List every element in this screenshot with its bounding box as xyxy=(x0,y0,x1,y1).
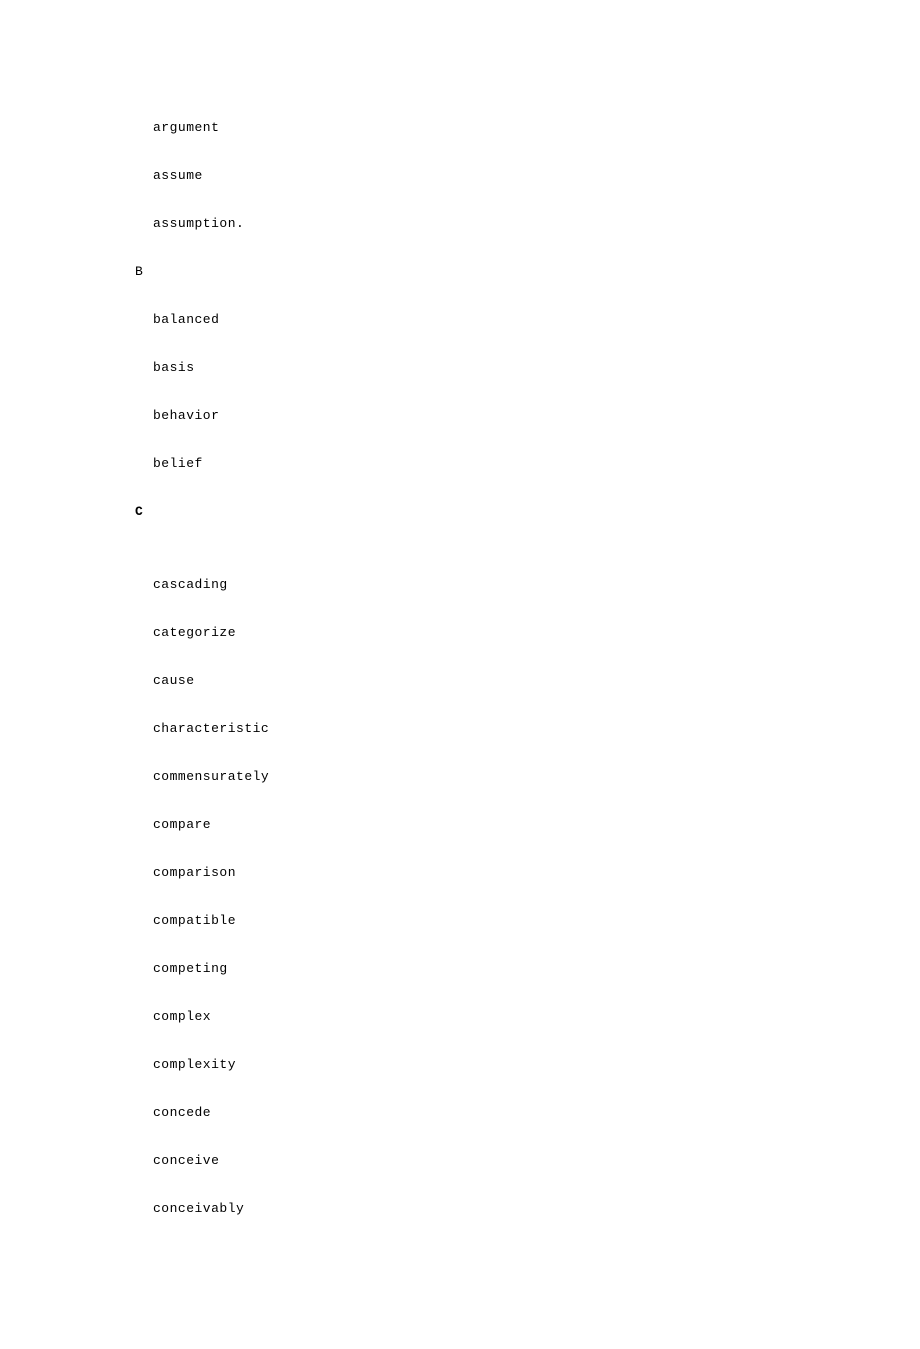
glossary-term: assume xyxy=(153,168,920,183)
glossary-term: characteristic xyxy=(153,721,920,736)
glossary-term: cause xyxy=(153,673,920,688)
glossary-term: basis xyxy=(153,360,920,375)
glossary-term: conceive xyxy=(153,1153,920,1168)
glossary-term: argument xyxy=(153,120,920,135)
glossary-term: complex xyxy=(153,1009,920,1024)
glossary-term: categorize xyxy=(153,625,920,640)
glossary-term: cascading xyxy=(153,577,920,592)
glossary-term: assumption. xyxy=(153,216,920,231)
glossary-term: compatible xyxy=(153,913,920,928)
section-header-c: C xyxy=(135,504,920,519)
glossary-term: complexity xyxy=(153,1057,920,1072)
glossary-term: compare xyxy=(153,817,920,832)
glossary-term: behavior xyxy=(153,408,920,423)
glossary-term: commensurately xyxy=(153,769,920,784)
glossary-term: competing xyxy=(153,961,920,976)
glossary-term: conceivably xyxy=(153,1201,920,1216)
glossary-term: concede xyxy=(153,1105,920,1120)
section-header-b: B xyxy=(135,264,920,279)
glossary-term: belief xyxy=(153,456,920,471)
glossary-term: comparison xyxy=(153,865,920,880)
glossary-term: balanced xyxy=(153,312,920,327)
